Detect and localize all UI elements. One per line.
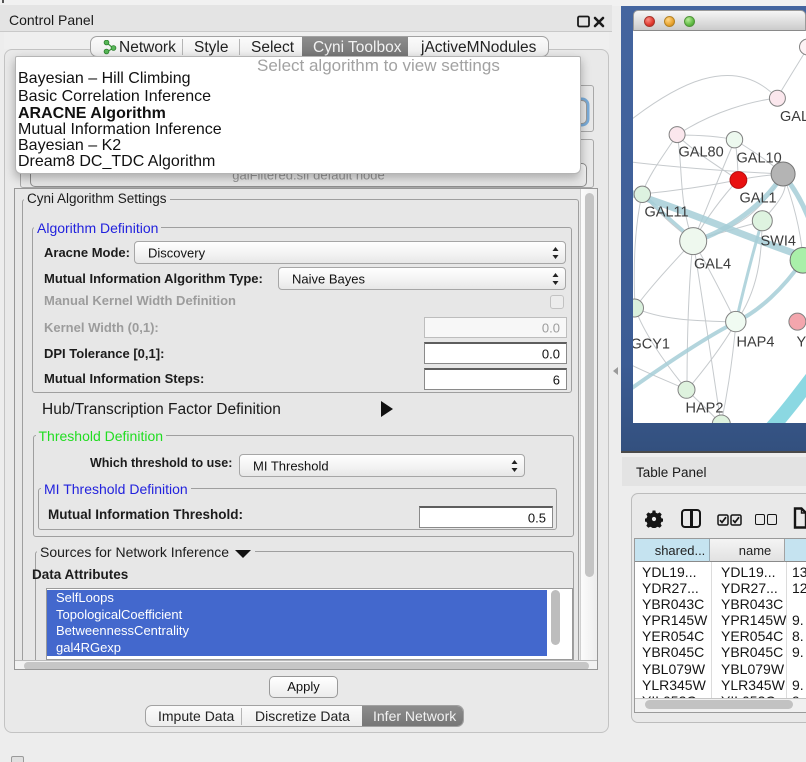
svg-text:GAL80: GAL80 <box>679 145 724 161</box>
svg-text:GAL11: GAL11 <box>645 205 689 221</box>
svg-text:SWI4: SWI4 <box>761 234 796 250</box>
svg-text:GAL: GAL <box>780 109 806 125</box>
svg-text:GCY1: GCY1 <box>633 337 670 353</box>
svg-text:GAL4: GAL4 <box>694 257 731 273</box>
svg-text:GAL1: GAL1 <box>740 191 777 207</box>
svg-text:HAP4: HAP4 <box>737 335 775 351</box>
svg-text:HAP2: HAP2 <box>686 401 724 417</box>
svg-text:Y: Y <box>797 335 806 351</box>
svg-text:GAL10: GAL10 <box>737 151 782 167</box>
